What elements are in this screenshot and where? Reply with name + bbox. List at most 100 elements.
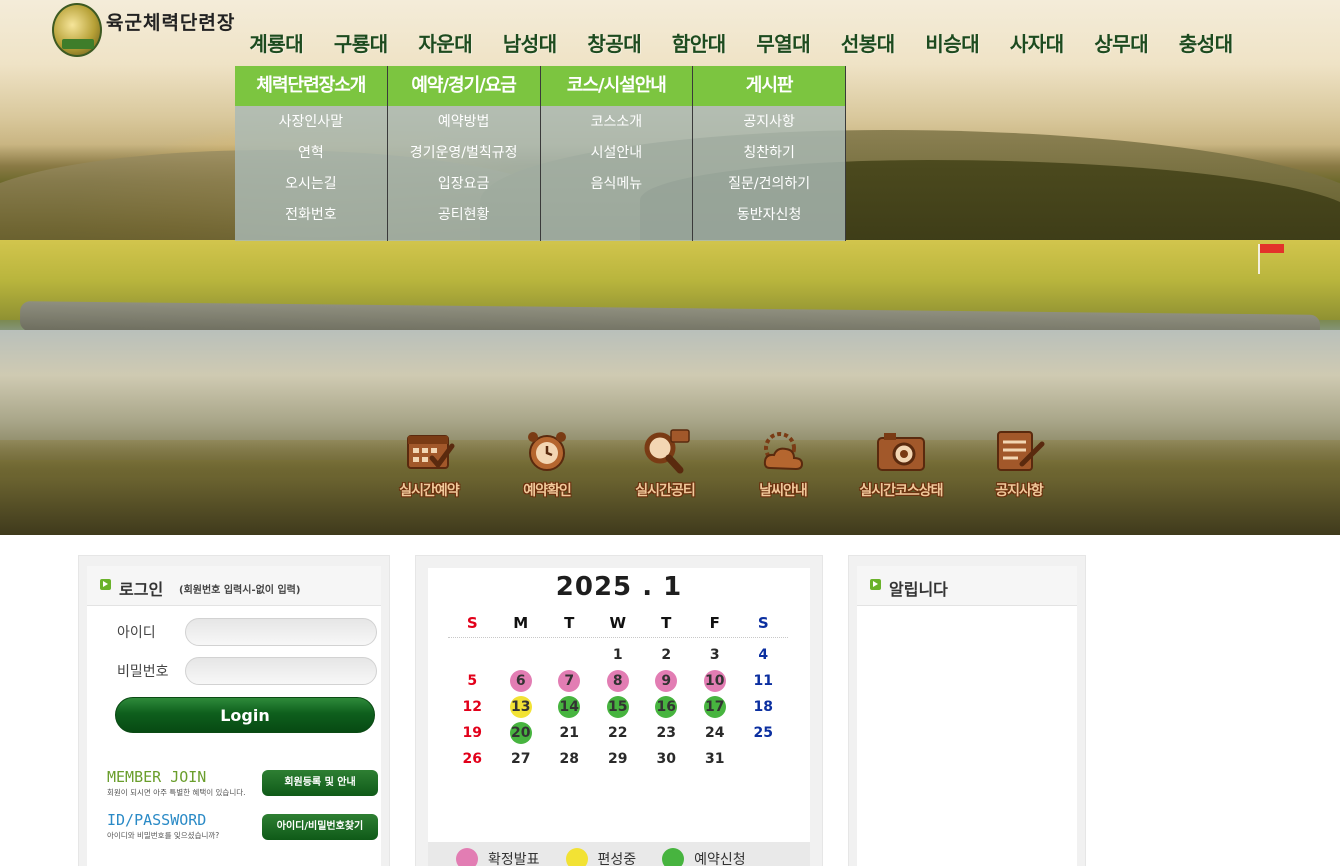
menu-head-course[interactable]: 코스/시설안내	[540, 66, 693, 106]
nav-item-biseungdae[interactable]: 비승대	[910, 28, 995, 57]
weekday-header: T	[661, 614, 672, 632]
calendar-day[interactable]: 17	[691, 694, 740, 720]
calendar-day[interactable]: 15	[594, 694, 643, 720]
calendar-day[interactable]: 26	[448, 746, 497, 772]
menu-item-companion[interactable]: 동반자신청	[693, 201, 845, 232]
menu-item-game-rules[interactable]: 경기운영/벌칙규정	[388, 139, 540, 170]
nav-item-muyeoldae[interactable]: 무열대	[741, 28, 826, 57]
calendar-day[interactable]: 22	[594, 720, 643, 746]
nav-item-hamandae[interactable]: 함안대	[657, 28, 742, 57]
nav-item-seonbongdae[interactable]: 선봉대	[826, 28, 911, 57]
site-logo[interactable]: 육군체력단련장	[52, 3, 235, 57]
nav-item-sajadae[interactable]: 사자대	[995, 28, 1080, 57]
calendar-day-number: 14	[558, 696, 581, 718]
menu-head-intro[interactable]: 체력단련장소개	[235, 66, 387, 106]
notepad-pen-icon	[992, 428, 1046, 474]
nav-item-changgongdae[interactable]: 창공대	[572, 28, 657, 57]
calendar-day[interactable]: 27	[497, 746, 546, 772]
calendar-day-number: 19	[462, 725, 482, 741]
menu-item-notice[interactable]: 공지사항	[693, 108, 845, 139]
menu-item-directions[interactable]: 오시는길	[235, 170, 387, 201]
calendar-day[interactable]: 21	[545, 720, 594, 746]
menu-item-history[interactable]: 연혁	[235, 139, 387, 170]
menu-item-how-to-reserve[interactable]: 예약방법	[388, 108, 540, 139]
calendar-day[interactable]: 5	[448, 668, 497, 694]
calendar-day[interactable]: 10	[691, 668, 740, 694]
quick-realtime-reservation[interactable]: 실시간예약	[370, 428, 488, 500]
calendar-day[interactable]: 30	[642, 746, 691, 772]
calendar-day[interactable]: 28	[545, 746, 594, 772]
calendar-day[interactable]: 7	[545, 668, 594, 694]
calendar-day-number: 6	[509, 670, 532, 692]
menu-item-phone[interactable]: 전화번호	[235, 201, 387, 232]
calendar-day-number: 31	[705, 751, 725, 767]
calendar-day[interactable]: 25	[739, 720, 788, 746]
calendar-day[interactable]: 31	[691, 746, 740, 772]
calendar-day	[448, 642, 497, 668]
id-input[interactable]	[185, 618, 377, 646]
nav-item-sangmudae[interactable]: 상무대	[1079, 28, 1164, 57]
weekday-header: T	[564, 614, 575, 632]
nav-item-chungseongdae[interactable]: 충성대	[1164, 28, 1249, 57]
calendar-day[interactable]: 12	[448, 694, 497, 720]
calendar-day[interactable]: 3	[691, 642, 740, 668]
calendar-weekdays: SMTWTFS	[448, 608, 788, 638]
calendar-week: 19 20 21 22 23 24 25	[448, 720, 788, 746]
quick-weather[interactable]: 날씨안내	[724, 428, 842, 500]
calendar-day[interactable]: 13	[497, 694, 546, 720]
weather-cloud-icon	[756, 428, 810, 474]
quick-realtime-open-tee[interactable]: 실시간공티	[606, 428, 724, 500]
calendar-day-number: 7	[558, 670, 581, 692]
calendar-day[interactable]: 6	[497, 668, 546, 694]
calendar-day-number: 3	[709, 647, 720, 663]
quick-reservation-check[interactable]: 예약확인	[488, 428, 606, 500]
calendar-day[interactable]: 23	[642, 720, 691, 746]
menu-column-course: 코스/시설안내 코스소개 시설안내 음식메뉴	[540, 66, 694, 241]
calendar-panel: 2025 . 1 SMTWTFS 1 2 3 4 5 6 7 8 9 10 11 12 13 14 15 16…	[415, 555, 823, 866]
calendar-day[interactable]: 8	[594, 668, 643, 694]
id-label: 아이디	[117, 625, 156, 641]
menu-head-board[interactable]: 게시판	[693, 66, 845, 106]
calendar-day[interactable]: 16	[642, 694, 691, 720]
menu-item-qna[interactable]: 질문/건의하기	[693, 170, 845, 201]
camera-icon	[874, 428, 928, 474]
calendar-day-number: 26	[462, 751, 482, 767]
password-input[interactable]	[185, 657, 377, 685]
find-idpw-button[interactable]: 아이디/비밀번호찾기	[262, 814, 378, 840]
calendar-day[interactable]: 4	[739, 642, 788, 668]
menu-item-course-intro[interactable]: 코스소개	[541, 108, 693, 139]
weekday-header: M	[513, 614, 529, 632]
quick-notice[interactable]: 공지사항	[960, 428, 1078, 500]
calendar-day-number: 12	[462, 699, 482, 715]
nav-item-guryongdae[interactable]: 구룡대	[319, 28, 404, 57]
calendar-day[interactable]: 20	[497, 720, 546, 746]
calendar-day[interactable]: 18	[739, 694, 788, 720]
calendar-day[interactable]: 2	[642, 642, 691, 668]
nav-item-gyeryongdae[interactable]: 계룡대	[234, 28, 319, 57]
nav-item-namseongdae[interactable]: 남성대	[488, 28, 573, 57]
menu-item-food-menu[interactable]: 음식메뉴	[541, 170, 693, 201]
legend-label: 확정발표	[488, 852, 540, 866]
menu-item-facility[interactable]: 시설안내	[541, 139, 693, 170]
login-panel-header: 로그인 (회원번호 입력시-없이 입력)	[87, 566, 381, 606]
calendar-day[interactable]: 29	[594, 746, 643, 772]
calendar-day[interactable]: 14	[545, 694, 594, 720]
menu-head-reservation[interactable]: 예약/경기/요금	[387, 66, 540, 106]
menu-item-greeting[interactable]: 사장인사말	[235, 108, 387, 139]
quick-course-status[interactable]: 실시간코스상태	[842, 428, 960, 500]
alarm-clock-icon	[520, 428, 574, 474]
calendar-day[interactable]: 24	[691, 720, 740, 746]
calendar-day[interactable]: 11	[739, 668, 788, 694]
calendar-day-number: 9	[655, 670, 678, 692]
menu-item-open-tee[interactable]: 공티현황	[388, 201, 540, 232]
weekday-header: S	[757, 614, 769, 632]
login-button[interactable]: Login	[115, 697, 375, 733]
menu-item-praise[interactable]: 칭찬하기	[693, 139, 845, 170]
member-join-button[interactable]: 회원등록 및 안내	[262, 770, 378, 796]
calendar-day[interactable]: 9	[642, 668, 691, 694]
calendar-day[interactable]: 1	[594, 642, 643, 668]
calendar-day[interactable]: 19	[448, 720, 497, 746]
nav-item-jaundae[interactable]: 자운대	[403, 28, 488, 57]
login-pw-row: 비밀번호	[117, 657, 377, 685]
menu-item-fees[interactable]: 입장요금	[388, 170, 540, 201]
